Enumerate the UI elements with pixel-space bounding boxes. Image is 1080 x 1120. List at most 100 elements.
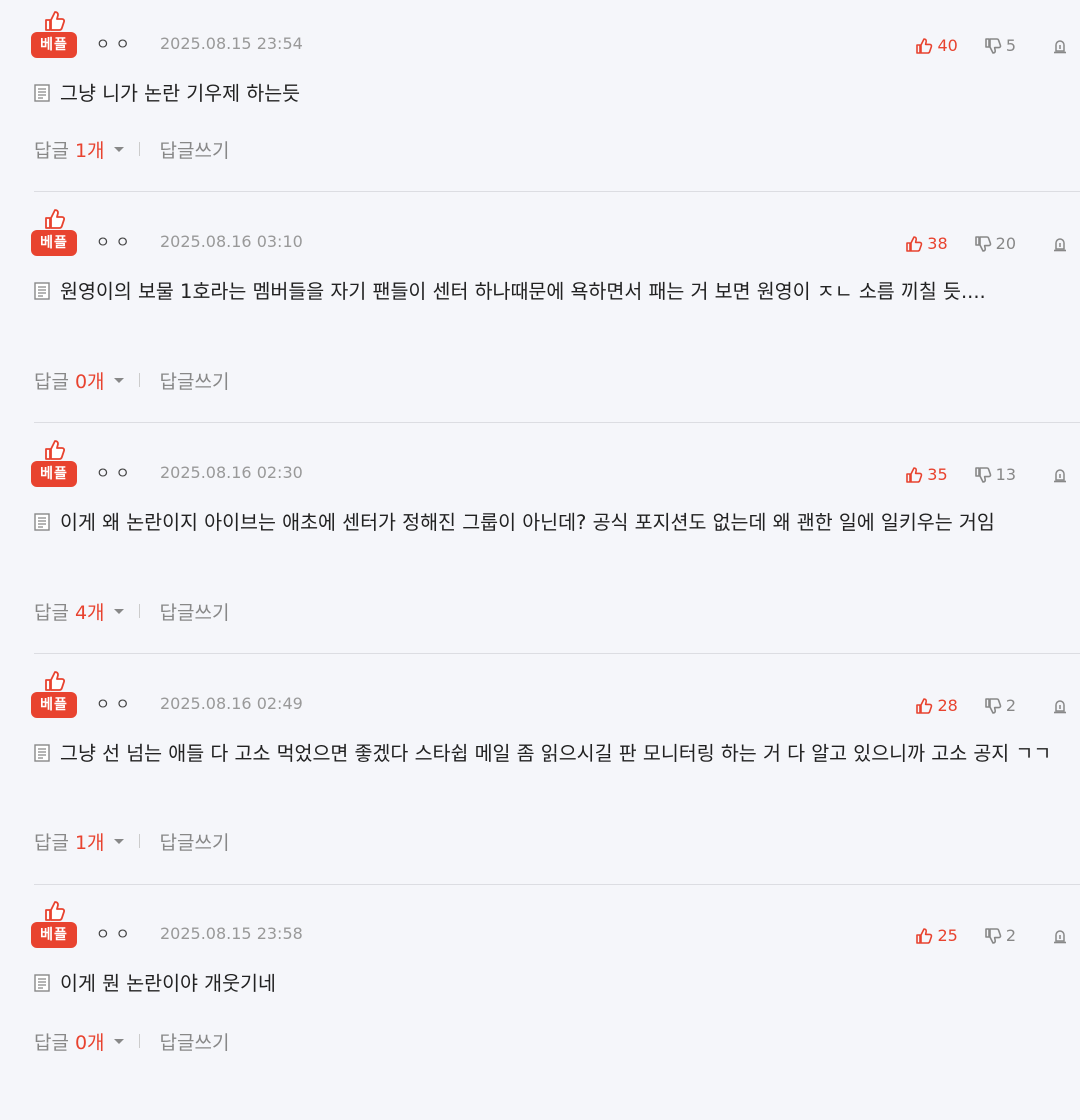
siren-icon	[1054, 40, 1066, 54]
reply-toggle[interactable]: 답글 0개	[34, 367, 125, 394]
caret-down-icon	[113, 147, 124, 152]
document-icon	[34, 974, 50, 992]
divider	[138, 373, 140, 387]
comment-date: 2025.08.16 02:30	[160, 463, 303, 482]
best-comment-badge: 베플	[31, 10, 77, 58]
thumbs-down-outline-icon	[985, 38, 1002, 54]
write-reply-button[interactable]: 답글쓰기	[160, 1028, 230, 1055]
dislike-count: 13	[995, 465, 1016, 484]
dislike-count: 5	[1005, 36, 1016, 55]
thumbs-down-outline-icon	[974, 467, 991, 483]
reply-label: 답글	[34, 139, 69, 162]
caret-down-icon	[113, 839, 124, 844]
badge-label: 베플	[31, 32, 77, 58]
comment-body: 그냥 선 넘는 애들 다 고소 먹었으면 좋겠다 스타쉽 메일 좀 읽으시길 판…	[60, 742, 1052, 765]
report-button[interactable]	[1052, 38, 1068, 54]
comment-text: 원영이의 보물 1호라는 멤버들을 자기 팬들이 센터 하나때문에 욕하면서 패…	[34, 275, 1070, 308]
reply-toggle[interactable]: 답글 1개	[34, 136, 125, 163]
thumbs-up-outline-icon	[916, 38, 933, 54]
reply-toggle[interactable]: 답글 4개	[34, 598, 125, 625]
comment-body: 이게 뭔 논란이야 개웃기네	[60, 972, 276, 995]
dislike-count: 2	[1005, 696, 1016, 715]
report-button[interactable]	[1052, 236, 1068, 252]
write-reply-button[interactable]: 답글쓰기	[160, 136, 230, 163]
comment-text: 그냥 니가 논란 기우제 하는듯	[34, 77, 1070, 110]
reply-label: 답글	[34, 370, 69, 393]
reply-count: 1개	[74, 831, 105, 854]
reply-label: 답글	[34, 1031, 69, 1054]
comment-item: 베플 ㅇㅇ 2025.08.16 02:49 28 2 그냥 선 넘는 애들 다…	[0, 660, 1080, 890]
siren-icon	[1054, 238, 1066, 252]
like-button[interactable]: 40	[915, 36, 958, 56]
siren-icon	[1054, 469, 1066, 483]
dislike-button[interactable]: 2	[984, 696, 1016, 716]
dislike-button[interactable]: 13	[974, 465, 1016, 485]
thumbs-up-outline-icon	[906, 236, 923, 252]
author-name[interactable]: ㅇㅇ	[96, 924, 136, 944]
author-name[interactable]: ㅇㅇ	[96, 463, 136, 483]
siren-icon	[1054, 700, 1066, 714]
reply-row: 답글 0개 답글쓰기	[34, 1028, 229, 1054]
reply-row: 답글 1개 답글쓰기	[34, 136, 229, 162]
best-comment-badge: 베플	[31, 900, 77, 948]
vote-bar: 35 13	[905, 464, 1068, 486]
comment-text: 이게 왜 논란이지 아이브는 애초에 센터가 정해진 그룹이 아닌데? 공식 포…	[34, 506, 1070, 539]
vote-bar: 28 2	[915, 695, 1068, 717]
vote-bar: 40 5	[915, 35, 1068, 57]
author-name[interactable]: ㅇㅇ	[96, 694, 136, 714]
reply-count: 0개	[74, 1031, 105, 1054]
reply-row: 답글 0개 답글쓰기	[34, 367, 229, 393]
like-button[interactable]: 25	[915, 926, 958, 946]
comment-date: 2025.08.15 23:58	[160, 924, 303, 943]
reply-count: 4개	[74, 601, 105, 624]
comment-text: 이게 뭔 논란이야 개웃기네	[34, 967, 1070, 1000]
comment-divider	[34, 191, 1080, 192]
comment-date: 2025.08.15 23:54	[160, 34, 303, 53]
badge-label: 베플	[31, 461, 77, 487]
author-name[interactable]: ㅇㅇ	[96, 34, 136, 54]
like-button[interactable]: 28	[915, 696, 958, 716]
dislike-button[interactable]: 20	[974, 234, 1016, 254]
divider	[138, 1034, 140, 1048]
vote-bar: 25 2	[915, 925, 1068, 947]
comment-date: 2025.08.16 02:49	[160, 694, 303, 713]
dislike-button[interactable]: 2	[984, 926, 1016, 946]
like-count: 35	[927, 465, 948, 484]
thumbs-down-outline-icon	[985, 698, 1002, 714]
best-comment-badge: 베플	[31, 208, 77, 256]
document-icon	[34, 84, 50, 102]
dislike-count: 20	[995, 234, 1016, 253]
thumbs-up-outline-icon	[916, 698, 933, 714]
comment-item: 베플 ㅇㅇ 2025.08.15 23:58 25 2 이게 뭔 논란이야 개웃…	[0, 890, 1080, 1120]
write-reply-button[interactable]: 답글쓰기	[160, 598, 230, 625]
comment-item: 베플 ㅇㅇ 2025.08.15 23:54 40 5 그냥 니가 논란 기우제…	[0, 0, 1080, 230]
author-name[interactable]: ㅇㅇ	[96, 232, 136, 252]
caret-down-icon	[113, 378, 124, 383]
comment-body: 이게 왜 논란이지 아이브는 애초에 센터가 정해진 그룹이 아닌데? 공식 포…	[60, 511, 995, 534]
comment-divider	[34, 884, 1080, 885]
reply-toggle[interactable]: 답글 0개	[34, 1028, 125, 1055]
write-reply-button[interactable]: 답글쓰기	[160, 367, 230, 394]
dislike-count: 2	[1005, 926, 1016, 945]
siren-icon	[1054, 930, 1066, 944]
like-button[interactable]: 35	[905, 465, 948, 485]
dislike-button[interactable]: 5	[984, 36, 1016, 56]
divider	[138, 142, 140, 156]
thumbs-up-icon	[45, 671, 65, 691]
like-button[interactable]: 38	[905, 234, 948, 254]
reply-toggle[interactable]: 답글 1개	[34, 828, 125, 855]
reply-row: 답글 4개 답글쓰기	[34, 598, 229, 624]
best-comment-badge: 베플	[31, 670, 77, 718]
report-button[interactable]	[1052, 467, 1068, 483]
like-count: 40	[937, 36, 958, 55]
write-reply-button[interactable]: 답글쓰기	[160, 828, 230, 855]
report-button[interactable]	[1052, 928, 1068, 944]
thumbs-up-icon	[45, 440, 65, 460]
comment-body: 그냥 니가 논란 기우제 하는듯	[60, 82, 301, 105]
thumbs-up-icon	[45, 209, 65, 229]
thumbs-up-outline-icon	[906, 467, 923, 483]
vote-bar: 38 20	[905, 233, 1068, 255]
like-count: 28	[937, 696, 958, 715]
badge-label: 베플	[31, 692, 77, 718]
report-button[interactable]	[1052, 698, 1068, 714]
